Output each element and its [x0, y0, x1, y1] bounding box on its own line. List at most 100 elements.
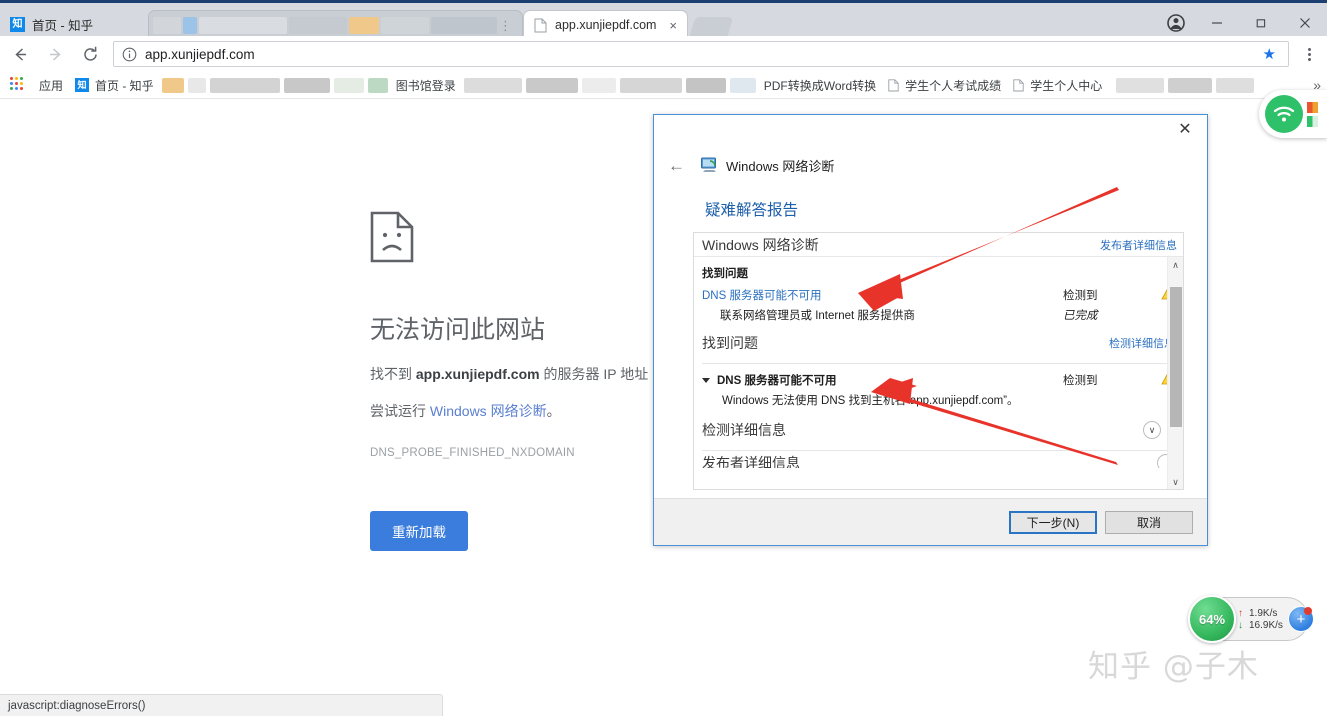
blur-block: [333, 77, 364, 93]
error-desc-host: app.xunjiepdf.com: [415, 366, 540, 382]
network-diagnostics-icon: [701, 157, 718, 173]
blur-block: [199, 17, 287, 34]
bookmark-star-icon[interactable]: ★: [1259, 45, 1280, 63]
bookmark-item-zhihu[interactable]: 知 首页 - 知乎: [69, 75, 160, 96]
download-speed-row: ↓ 16.9K/s: [1238, 620, 1283, 631]
blur-block: [381, 17, 429, 34]
info-circle-icon[interactable]: [122, 47, 137, 62]
blur-block: [431, 17, 497, 34]
troubleshoot-report-panel: Windows 网络诊断 发布者详细信息 找到问题 DNS 服务器可能不可用 检…: [693, 232, 1184, 490]
arrow-up-icon: ↑: [1238, 607, 1243, 619]
report-panel-header: Windows 网络诊断 发布者详细信息: [694, 233, 1183, 257]
tab-zhihu[interactable]: 知 首页 - 知乎: [0, 10, 148, 39]
wifi-floating-widget[interactable]: [1259, 90, 1327, 138]
wifi-icon[interactable]: [1265, 95, 1303, 133]
watermark: 知乎 @子木: [1088, 649, 1259, 685]
tab-close-icon[interactable]: ×: [661, 19, 677, 32]
issue-row[interactable]: DNS 服务器可能不可用 检测到: [694, 364, 1183, 390]
publisher-details-row[interactable]: 发布者详细信息: [694, 451, 1183, 468]
issue-status: 检测到: [1063, 290, 1098, 302]
bookmark-item-apps[interactable]: 应用: [33, 75, 69, 96]
blur-block: [349, 17, 379, 34]
issue-sub-status: 已完成: [1063, 310, 1098, 322]
bookmark-label: 图书馆登录: [395, 78, 456, 93]
tab-title: 首页 - 知乎: [32, 19, 94, 33]
dialog-footer: 下一步(N) 取消: [654, 498, 1207, 545]
speed-readouts: ↑ 1.9K/s ↓ 16.9K/s: [1238, 608, 1283, 631]
cpu-usage-ball[interactable]: 64%: [1188, 595, 1236, 643]
network-speed-widget[interactable]: 64% ↑ 1.9K/s ↓ 16.9K/s +: [1188, 595, 1314, 643]
issue-row[interactable]: DNS 服务器可能不可用 检测到: [694, 285, 1183, 305]
scrollbar-thumb[interactable]: [1170, 287, 1182, 427]
run-network-diagnostics-link[interactable]: Windows 网络诊断: [430, 403, 547, 419]
error-diagnose-line: 尝试运行 Windows 网络诊断。: [370, 401, 660, 421]
blur-block: [187, 77, 206, 93]
scroll-up-icon[interactable]: ∧: [1168, 257, 1183, 273]
blur-block: [289, 17, 347, 34]
error-title: 无法访问此网站: [370, 316, 546, 344]
add-button-icon[interactable]: +: [1288, 606, 1314, 632]
browser-toolbar: app.xunjiepdf.com ★: [0, 36, 1327, 72]
blur-block: [1216, 77, 1255, 93]
scroll-down-icon[interactable]: ∨: [1168, 474, 1183, 489]
reload-icon[interactable]: [75, 39, 105, 69]
detection-details-link[interactable]: 检测详细信息: [1109, 335, 1175, 351]
mini-indicator-icon: [1307, 115, 1318, 127]
blur-block: [1168, 77, 1213, 93]
tab-xunjiepdf[interactable]: app.xunjiepdf.com ×: [523, 10, 688, 39]
address-bar[interactable]: app.xunjiepdf.com ★: [113, 41, 1289, 67]
chevron-down-icon[interactable]: ∨: [1143, 421, 1161, 439]
status-bar: javascript:diagnoseErrors(): [0, 694, 443, 716]
issue-name[interactable]: DNS 服务器可能不可用: [717, 372, 836, 388]
issue-name[interactable]: DNS 服务器可能不可用: [702, 287, 821, 303]
section2-title: 找到问题: [702, 335, 758, 351]
browser-titlebar: 知 首页 - 知乎 ⋮ app.xunjiepdf.com ×: [0, 0, 1327, 39]
detection-details-row[interactable]: 检测详细信息 ∨: [694, 410, 1183, 444]
bookmark-item-exam-scores[interactable]: 学生个人考试成绩: [882, 75, 1007, 96]
bookmark-item-library-login[interactable]: 图书馆登录: [390, 75, 462, 96]
diagnose-suffix: 。: [546, 403, 561, 419]
maximize-button[interactable]: [1239, 6, 1283, 39]
url-text: app.xunjiepdf.com: [145, 46, 255, 62]
download-speed-value: 16.9K/s: [1249, 619, 1283, 631]
bookmark-item-student-center[interactable]: 学生个人中心: [1007, 75, 1108, 96]
error-desc-suffix: 的服务器 IP 地址: [539, 366, 649, 382]
issue-sub-text: 联系网络管理员或 Internet 服务提供商: [720, 310, 915, 322]
apps-grid-icon[interactable]: [10, 77, 26, 93]
next-button[interactable]: 下一步(N): [1009, 510, 1097, 534]
publisher-details-link[interactable]: 发布者详细信息: [1100, 237, 1177, 253]
three-dots-icon[interactable]: [1295, 47, 1323, 61]
bookmarks-bar: 应用 知 首页 - 知乎 图书馆登录 PDF转换成Word转换 学生个人考试成绩: [0, 72, 1327, 99]
triangle-expanded-icon[interactable]: [702, 377, 710, 383]
error-code: DNS_PROBE_FINISHED_NXDOMAIN: [370, 447, 575, 459]
dialog-back-icon[interactable]: ←: [668, 157, 685, 174]
report-heading: 疑难解答报告: [705, 202, 799, 219]
back-icon[interactable]: [5, 39, 35, 69]
minimize-button[interactable]: [1195, 6, 1239, 39]
blur-block: [581, 77, 616, 93]
report-scrollbar[interactable]: ∧ ∨: [1167, 257, 1183, 489]
zhihu-icon: 知: [10, 17, 25, 32]
blur-block: [729, 77, 756, 93]
bookmark-item-pdf-to-word[interactable]: PDF转换成Word转换: [758, 75, 882, 96]
blur-block: [463, 77, 522, 93]
blur-block: [367, 77, 388, 93]
profile-icon[interactable]: [1157, 6, 1195, 39]
reload-button[interactable]: 重新加载: [370, 511, 468, 551]
blur-block: [161, 77, 184, 93]
issue-sub-text: Windows 无法使用 DNS 找到主机名“app.xunjiepdf.com…: [722, 395, 1019, 407]
cpu-usage-percent: 64%: [1198, 611, 1226, 627]
blur-block: [619, 77, 682, 93]
detection-details-label: 检测详细信息: [702, 422, 786, 438]
tab-censored[interactable]: ⋮: [148, 10, 523, 39]
dialog-close-button[interactable]: ✕: [1163, 115, 1207, 143]
status-bar-text: javascript:diagnoseErrors(): [8, 699, 146, 712]
blur-block: [153, 17, 181, 34]
found-problems-heading: 找到问题: [702, 268, 748, 280]
upload-speed-row: ↑ 1.9K/s: [1238, 608, 1283, 619]
issue-sub-row: 联系网络管理员或 Internet 服务提供商 已完成: [694, 305, 1183, 325]
close-button[interactable]: [1283, 6, 1327, 39]
found-problems-section2: 找到问题 检测详细信息: [694, 325, 1183, 357]
cancel-button[interactable]: 取消: [1105, 510, 1193, 534]
zhihu-icon: 知: [75, 78, 90, 92]
